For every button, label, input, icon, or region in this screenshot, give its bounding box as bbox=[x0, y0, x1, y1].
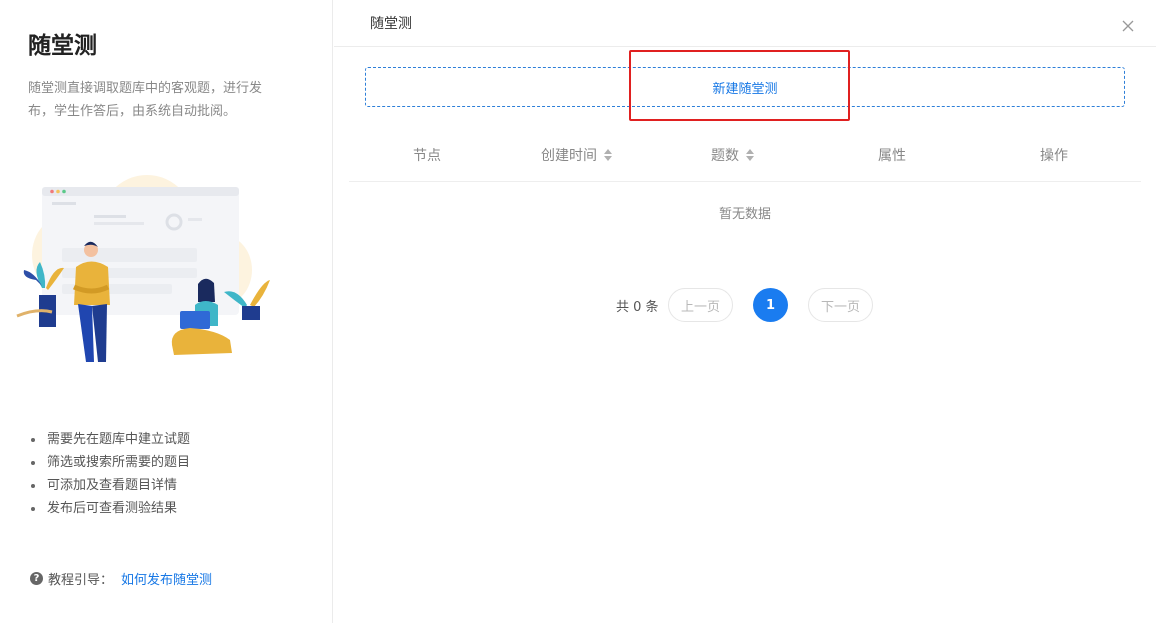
tip-item: 需要先在题库中建立试题 bbox=[28, 428, 190, 451]
column-header-question-count[interactable]: 题数 bbox=[711, 145, 754, 165]
column-header-actions: 操作 bbox=[1040, 148, 1068, 164]
pagination-total: 共 0 条 bbox=[616, 300, 659, 315]
sidebar-description: 随堂测直接调取题库中的客观题，进行发布，学生作答后，由系统自动批阅。 bbox=[28, 81, 263, 119]
page-number-button[interactable]: 1 bbox=[753, 288, 788, 322]
illustration-image bbox=[16, 175, 270, 362]
column-header-created-time[interactable]: 创建时间 bbox=[541, 145, 612, 165]
tip-item: 发布后可查看测验结果 bbox=[28, 497, 190, 520]
empty-state-text: 暂无数据 bbox=[718, 207, 771, 222]
guide-label: 教程引导： bbox=[48, 573, 114, 588]
column-header-attribute: 属性 bbox=[878, 148, 906, 164]
prev-page-button[interactable]: 上一页 bbox=[668, 288, 733, 322]
sort-icon[interactable] bbox=[746, 149, 754, 161]
close-icon[interactable] bbox=[1120, 18, 1136, 34]
help-icon: ? bbox=[30, 572, 43, 585]
new-quiz-button[interactable]: 新建随堂测 bbox=[365, 67, 1125, 107]
tip-item: 筛选或搜索所需要的题目 bbox=[28, 451, 190, 474]
column-header-node: 节点 bbox=[413, 148, 441, 164]
guide-link[interactable]: 如何发布随堂测 bbox=[121, 569, 212, 588]
tips-list: 需要先在题库中建立试题 筛选或搜索所需要的题目 可添加及查看题目详情 发布后可查… bbox=[28, 428, 190, 520]
sidebar-title: 随堂测 bbox=[28, 33, 97, 59]
next-page-button[interactable]: 下一页 bbox=[808, 288, 873, 322]
info-sidebar: 随堂测 随堂测直接调取题库中的客观题，进行发布，学生作答后，由系统自动批阅。 需… bbox=[0, 0, 333, 623]
tip-item: 可添加及查看题目详情 bbox=[28, 474, 190, 497]
header-divider bbox=[334, 46, 1156, 47]
table-header: 节点 创建时间 题数 属性 操作 bbox=[349, 130, 1141, 182]
sort-icon[interactable] bbox=[604, 149, 612, 161]
app-root: 随堂测 随堂测直接调取题库中的客观题，进行发布，学生作答后，由系统自动批阅。 需… bbox=[0, 0, 1156, 623]
tutorial-guide: ? 教程引导： 如何发布随堂测 bbox=[30, 569, 212, 588]
dialog-title: 随堂测 bbox=[370, 16, 412, 32]
